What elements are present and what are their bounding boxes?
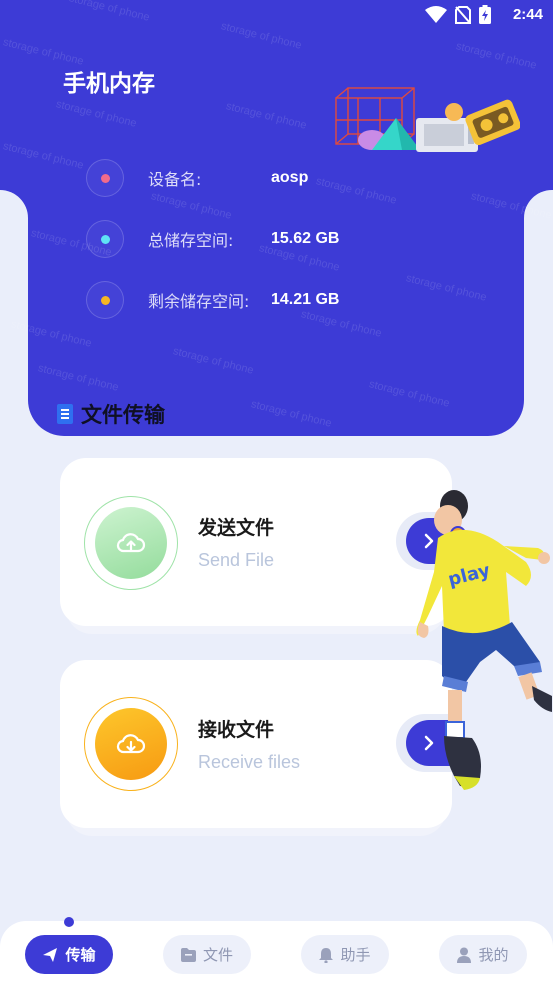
status-dot-ring [86,220,124,258]
nav-profile[interactable]: 我的 [439,935,527,974]
info-value: 14.21 GB [271,291,340,308]
nav-transfer[interactable]: 传输 [25,935,113,974]
character-illustration: play [416,490,552,790]
info-row-free-storage: 剩余储存空间: 14.21 GB [86,281,339,319]
no-sim-icon [455,5,471,24]
page-title: 手机内存 [63,71,155,97]
receive-icon-ring [84,697,178,791]
nav-assistant[interactable]: 助手 [301,935,389,974]
document-icon [57,404,73,424]
info-label: 剩余储存空间: [148,292,250,311]
send-icon-ring [84,496,178,590]
nav-label: 我的 [478,946,509,964]
section-title: 文件传输 [81,403,165,427]
status-bar: 2:44 [0,0,553,30]
bell-icon [319,947,334,963]
status-dot-ring [86,281,124,319]
info-label: 设备名: [148,170,202,189]
user-icon [457,947,472,963]
status-time: 2:44 [512,6,543,23]
send-file-subtitle: Send File [198,550,275,570]
info-row-total-storage: 总储存空间: 15.62 GB [86,220,339,258]
nav-label: 文件 [202,946,233,964]
status-dot-ring [86,159,124,197]
receive-file-title: 接收文件 [198,719,275,741]
status-dot [100,173,110,183]
storage-illustration [335,87,520,152]
nav-files[interactable]: 文件 [163,935,251,974]
section-title-row: 文件传输 [57,399,165,429]
cloud-download-icon [116,734,146,754]
battery-charging-icon [479,5,491,24]
info-value: aosp [271,169,309,186]
nav-label: 传输 [65,946,96,964]
cloud-upload-icon [116,533,146,553]
nav-label: 助手 [340,946,371,964]
send-icon [43,947,58,962]
active-indicator [64,917,74,927]
send-file-title: 发送文件 [198,517,275,539]
status-dot [100,234,110,244]
wifi-icon [425,5,447,23]
send-icon-bg [95,507,167,579]
info-value: 15.62 GB [271,230,340,247]
status-dot [100,295,110,305]
info-label: 总储存空间: [148,231,234,250]
receive-file-subtitle: Receive files [198,752,301,772]
info-row-device-name: 设备名: aosp [86,159,308,197]
receive-icon-bg [95,708,167,780]
folder-icon [180,947,196,962]
